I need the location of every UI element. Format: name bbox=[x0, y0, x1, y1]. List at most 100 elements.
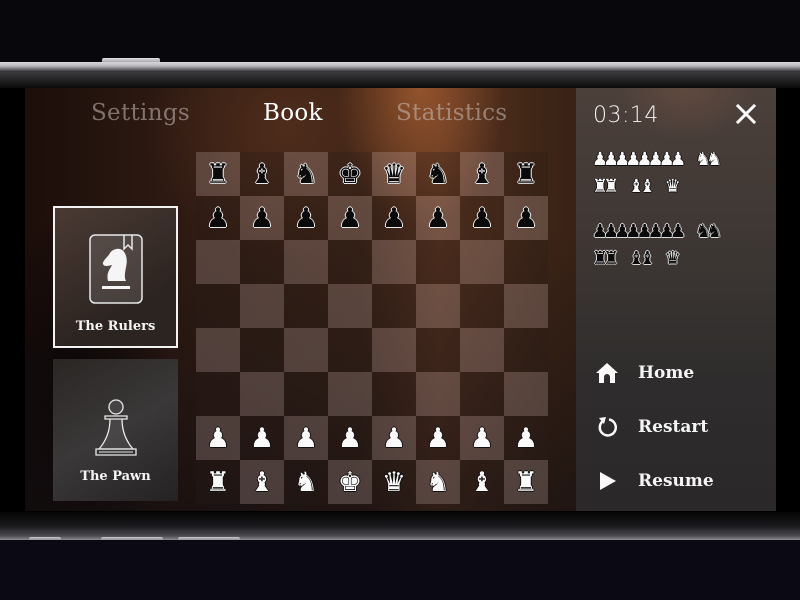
board-square-c7[interactable]: ♟ bbox=[284, 196, 328, 240]
board-square-e3[interactable] bbox=[372, 372, 416, 416]
board-square-h2[interactable]: ♟ bbox=[504, 416, 548, 460]
board-square-h5[interactable] bbox=[504, 284, 548, 328]
board-square-e4[interactable] bbox=[372, 328, 416, 372]
book-card-the-rulers[interactable]: The Rulers bbox=[53, 206, 178, 348]
board-square-b2[interactable]: ♟ bbox=[240, 416, 284, 460]
white-piece[interactable]: ♞ bbox=[294, 469, 318, 496]
white-piece[interactable]: ♞ bbox=[426, 469, 450, 496]
board-square-b8[interactable]: ♝ bbox=[240, 152, 284, 196]
black-piece[interactable]: ♟ bbox=[470, 205, 494, 232]
white-piece[interactable]: ♟ bbox=[338, 425, 362, 452]
board-square-g7[interactable]: ♟ bbox=[460, 196, 504, 240]
white-piece[interactable]: ♜ bbox=[206, 469, 230, 496]
board-square-e6[interactable] bbox=[372, 240, 416, 284]
board-square-d5[interactable] bbox=[328, 284, 372, 328]
board-square-b1[interactable]: ♝ bbox=[240, 460, 284, 504]
board-square-f2[interactable]: ♟ bbox=[416, 416, 460, 460]
home-button[interactable]: Home bbox=[594, 357, 764, 389]
white-piece[interactable]: ♝ bbox=[250, 469, 274, 496]
board-square-a7[interactable]: ♟ bbox=[196, 196, 240, 240]
board-square-f8[interactable]: ♞ bbox=[416, 152, 460, 196]
close-icon[interactable] bbox=[734, 102, 758, 126]
board-square-g2[interactable]: ♟ bbox=[460, 416, 504, 460]
board-square-e2[interactable]: ♟ bbox=[372, 416, 416, 460]
white-piece[interactable]: ♚ bbox=[338, 469, 362, 496]
board-square-d3[interactable] bbox=[328, 372, 372, 416]
resume-button[interactable]: Resume bbox=[594, 465, 764, 497]
board-square-b3[interactable] bbox=[240, 372, 284, 416]
black-piece[interactable]: ♟ bbox=[338, 205, 362, 232]
board-square-d2[interactable]: ♟ bbox=[328, 416, 372, 460]
black-piece[interactable]: ♟ bbox=[206, 205, 230, 232]
black-piece[interactable]: ♟ bbox=[250, 205, 274, 232]
black-piece[interactable]: ♜ bbox=[206, 161, 230, 188]
board-square-g8[interactable]: ♝ bbox=[460, 152, 504, 196]
board-square-a2[interactable]: ♟ bbox=[196, 416, 240, 460]
board-square-d7[interactable]: ♟ bbox=[328, 196, 372, 240]
black-piece[interactable]: ♞ bbox=[294, 161, 318, 188]
white-piece[interactable]: ♟ bbox=[250, 425, 274, 452]
board-square-g3[interactable] bbox=[460, 372, 504, 416]
board-square-g5[interactable] bbox=[460, 284, 504, 328]
white-piece[interactable]: ♟ bbox=[382, 425, 406, 452]
board-square-g4[interactable] bbox=[460, 328, 504, 372]
board-square-f7[interactable]: ♟ bbox=[416, 196, 460, 240]
black-piece[interactable]: ♞ bbox=[426, 161, 450, 188]
board-square-c8[interactable]: ♞ bbox=[284, 152, 328, 196]
board-square-a4[interactable] bbox=[196, 328, 240, 372]
black-piece[interactable]: ♟ bbox=[514, 205, 538, 232]
board-square-c4[interactable] bbox=[284, 328, 328, 372]
board-square-f5[interactable] bbox=[416, 284, 460, 328]
black-piece[interactable]: ♝ bbox=[470, 161, 494, 188]
board-square-f4[interactable] bbox=[416, 328, 460, 372]
board-square-e1[interactable]: ♛ bbox=[372, 460, 416, 504]
black-piece[interactable]: ♟ bbox=[426, 205, 450, 232]
board-square-h7[interactable]: ♟ bbox=[504, 196, 548, 240]
board-square-h1[interactable]: ♜ bbox=[504, 460, 548, 504]
restart-button[interactable]: Restart bbox=[594, 411, 764, 443]
white-piece[interactable]: ♛ bbox=[382, 469, 406, 496]
white-piece[interactable]: ♟ bbox=[206, 425, 230, 452]
board-square-h8[interactable]: ♜ bbox=[504, 152, 548, 196]
board-square-d8[interactable]: ♚ bbox=[328, 152, 372, 196]
board-square-b7[interactable]: ♟ bbox=[240, 196, 284, 240]
board-square-a8[interactable]: ♜ bbox=[196, 152, 240, 196]
board-square-g6[interactable] bbox=[460, 240, 504, 284]
board-square-d6[interactable] bbox=[328, 240, 372, 284]
black-piece[interactable]: ♛ bbox=[382, 161, 406, 188]
board-square-e7[interactable]: ♟ bbox=[372, 196, 416, 240]
board-square-h4[interactable] bbox=[504, 328, 548, 372]
board-square-e5[interactable] bbox=[372, 284, 416, 328]
board-square-a6[interactable] bbox=[196, 240, 240, 284]
white-piece[interactable]: ♝ bbox=[470, 469, 494, 496]
board-square-h3[interactable] bbox=[504, 372, 548, 416]
black-piece[interactable]: ♜ bbox=[514, 161, 538, 188]
board-square-f1[interactable]: ♞ bbox=[416, 460, 460, 504]
board-square-f3[interactable] bbox=[416, 372, 460, 416]
board-square-g1[interactable]: ♝ bbox=[460, 460, 504, 504]
black-piece[interactable]: ♟ bbox=[382, 205, 406, 232]
board-square-c2[interactable]: ♟ bbox=[284, 416, 328, 460]
board-square-d1[interactable]: ♚ bbox=[328, 460, 372, 504]
board-square-b4[interactable] bbox=[240, 328, 284, 372]
board-square-f6[interactable] bbox=[416, 240, 460, 284]
board-square-c1[interactable]: ♞ bbox=[284, 460, 328, 504]
board-square-c6[interactable] bbox=[284, 240, 328, 284]
black-piece[interactable]: ♝ bbox=[250, 161, 274, 188]
tab-settings[interactable]: Settings bbox=[91, 100, 190, 126]
board-square-e8[interactable]: ♛ bbox=[372, 152, 416, 196]
board-square-c3[interactable] bbox=[284, 372, 328, 416]
board-square-c5[interactable] bbox=[284, 284, 328, 328]
tab-statistics[interactable]: Statistics bbox=[396, 100, 507, 126]
black-piece[interactable]: ♚ bbox=[338, 161, 362, 188]
white-piece[interactable]: ♟ bbox=[294, 425, 318, 452]
board-square-b5[interactable] bbox=[240, 284, 284, 328]
white-piece[interactable]: ♟ bbox=[514, 425, 538, 452]
board-square-a5[interactable] bbox=[196, 284, 240, 328]
white-piece[interactable]: ♜ bbox=[514, 469, 538, 496]
board-square-a3[interactable] bbox=[196, 372, 240, 416]
board-square-a1[interactable]: ♜ bbox=[196, 460, 240, 504]
tab-book[interactable]: Book bbox=[263, 100, 323, 126]
board-square-h6[interactable] bbox=[504, 240, 548, 284]
white-piece[interactable]: ♟ bbox=[470, 425, 494, 452]
